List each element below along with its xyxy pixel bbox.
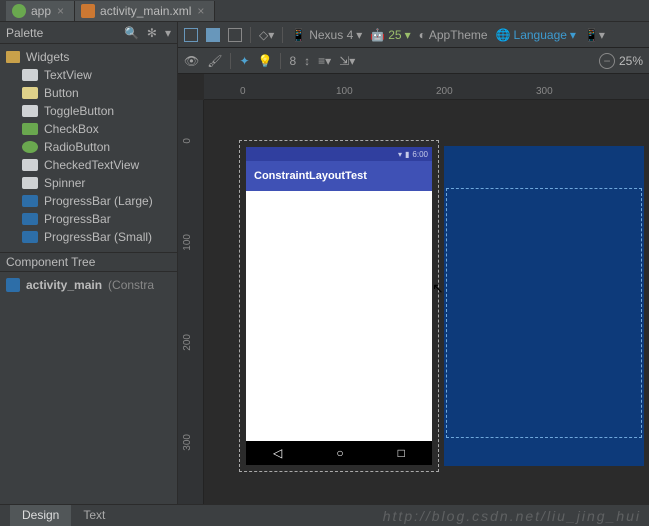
palette-search-icon[interactable]: 🔍 [124, 26, 139, 40]
layout-icon [6, 278, 20, 292]
designer-toolbar-2: 👁 🖌 ✦ 💡 8 ↕ ≡▾ ⇲▾ − 25% [178, 48, 649, 74]
component-root-hint: (Constra [108, 278, 154, 292]
magic-wand-icon[interactable]: ✦ [239, 54, 249, 68]
device-preview-frame[interactable]: ▾ ▮ 6:00 ConstraintLayoutTest ◁ ○ □ [239, 140, 439, 472]
module-icon [12, 4, 26, 18]
default-margin[interactable]: 8 [289, 54, 296, 68]
tab-activity-main[interactable]: activity_main.xml × [75, 1, 215, 21]
palette-title: Palette [6, 26, 43, 40]
zoom-out-button[interactable]: − [599, 53, 615, 69]
widget-label: Button [44, 86, 79, 100]
palette-item-progressbar-large[interactable]: ProgressBar (Large) [0, 192, 177, 210]
preview-body[interactable] [246, 191, 432, 441]
widget-icon [22, 159, 38, 171]
widget-icon [22, 105, 38, 117]
palette-item-progressbar-small[interactable]: ProgressBar (Small) [0, 228, 177, 246]
locale-selector[interactable]: 🌐Language▾ [496, 28, 576, 42]
preview-time: 6:00 [412, 150, 428, 159]
cursor-icon: ↖ [432, 280, 444, 297]
widget-icon [22, 177, 38, 189]
widget-label: CheckedTextView [44, 158, 139, 172]
widget-icon [22, 141, 38, 153]
close-icon[interactable]: × [57, 4, 64, 18]
widget-label: TextView [44, 68, 92, 82]
api-selector[interactable]: 🤖25▾ [370, 28, 410, 42]
ruler-horizontal: 0 100 200 300 [204, 74, 649, 100]
zoom-level: 25% [619, 54, 643, 68]
widget-label: ToggleButton [44, 104, 114, 118]
device-selector[interactable]: 📱Nexus 4▾ [291, 28, 362, 42]
align-icon[interactable]: ↕ [304, 54, 310, 68]
tab-label: app [31, 4, 51, 18]
palette-menu-icon[interactable]: ▾ [165, 26, 171, 40]
close-icon[interactable]: × [197, 4, 204, 18]
design-tab[interactable]: Design [10, 505, 71, 526]
palette-list: Widgets TextView Button ToggleButton Che… [0, 44, 177, 252]
widget-icon [22, 213, 38, 225]
battery-icon: ▮ [405, 150, 409, 159]
preview-appbar: ConstraintLayoutTest [246, 161, 432, 191]
component-tree-root[interactable]: activity_main (Constra [6, 278, 171, 292]
widget-icon [22, 195, 38, 207]
palette-gear-icon[interactable]: ✻ [147, 26, 157, 40]
nav-recent-icon: □ [398, 446, 405, 460]
device-orientation-icon[interactable]: 📱▾ [584, 28, 605, 42]
brush-icon[interactable]: 🖌 [207, 54, 222, 68]
palette-item-togglebutton[interactable]: ToggleButton [0, 102, 177, 120]
preview-title: ConstraintLayoutTest [254, 170, 367, 182]
widget-label: RadioButton [44, 140, 110, 154]
bulb-icon[interactable]: 💡 [258, 54, 273, 68]
wifi-icon: ▾ [398, 150, 402, 159]
palette-folder-widgets[interactable]: Widgets [0, 48, 177, 66]
folder-icon [6, 51, 20, 63]
component-root-label: activity_main [26, 278, 102, 292]
orientation-icon[interactable]: ◇▾ [259, 28, 274, 42]
widget-label: CheckBox [44, 122, 99, 136]
nav-home-icon: ○ [336, 446, 343, 460]
nav-back-icon: ◁ [273, 446, 282, 460]
preview-statusbar: ▾ ▮ 6:00 [246, 147, 432, 161]
palette-item-checkedtextview[interactable]: CheckedTextView [0, 156, 177, 174]
widget-label: ProgressBar (Small) [44, 230, 152, 244]
component-tree-title: Component Tree [6, 255, 95, 269]
tab-app[interactable]: app × [6, 1, 75, 21]
palette-item-progressbar[interactable]: ProgressBar [0, 210, 177, 228]
pack-icon[interactable]: ≡▾ [318, 54, 331, 68]
palette-item-spinner[interactable]: Spinner [0, 174, 177, 192]
guideline-icon[interactable]: ⇲▾ [339, 54, 355, 68]
widget-icon [22, 231, 38, 243]
palette-item-button[interactable]: Button [0, 84, 177, 102]
tab-label: activity_main.xml [100, 4, 191, 18]
preview-navbar: ◁ ○ □ [246, 441, 432, 465]
surface-blueprint-icon[interactable] [206, 28, 220, 42]
palette-item-radiobutton[interactable]: RadioButton [0, 138, 177, 156]
widget-icon [22, 123, 38, 135]
widget-icon [22, 69, 38, 81]
widget-label: Spinner [44, 176, 85, 190]
design-surface[interactable]: ▾ ▮ 6:00 ConstraintLayoutTest ◁ ○ □ [204, 100, 649, 504]
palette-item-textview[interactable]: TextView [0, 66, 177, 84]
palette-item-checkbox[interactable]: CheckBox [0, 120, 177, 138]
designer-toolbar-1: ◇▾ 📱Nexus 4▾ 🤖25▾ ◐AppTheme 🌐Language▾ 📱… [178, 22, 649, 48]
theme-selector[interactable]: ◐AppTheme [419, 28, 488, 42]
surface-both-icon[interactable] [228, 28, 242, 42]
blueprint-preview[interactable] [444, 146, 644, 466]
widget-label: ProgressBar [44, 212, 111, 226]
eye-icon[interactable]: 👁 [184, 54, 199, 68]
folder-label: Widgets [26, 50, 69, 64]
text-tab[interactable]: Text [71, 505, 117, 526]
xml-file-icon [81, 4, 95, 18]
widget-label: ProgressBar (Large) [44, 194, 153, 208]
surface-design-icon[interactable] [184, 28, 198, 42]
ruler-vertical: 0 100 200 300 [178, 100, 204, 504]
widget-icon [22, 87, 38, 99]
